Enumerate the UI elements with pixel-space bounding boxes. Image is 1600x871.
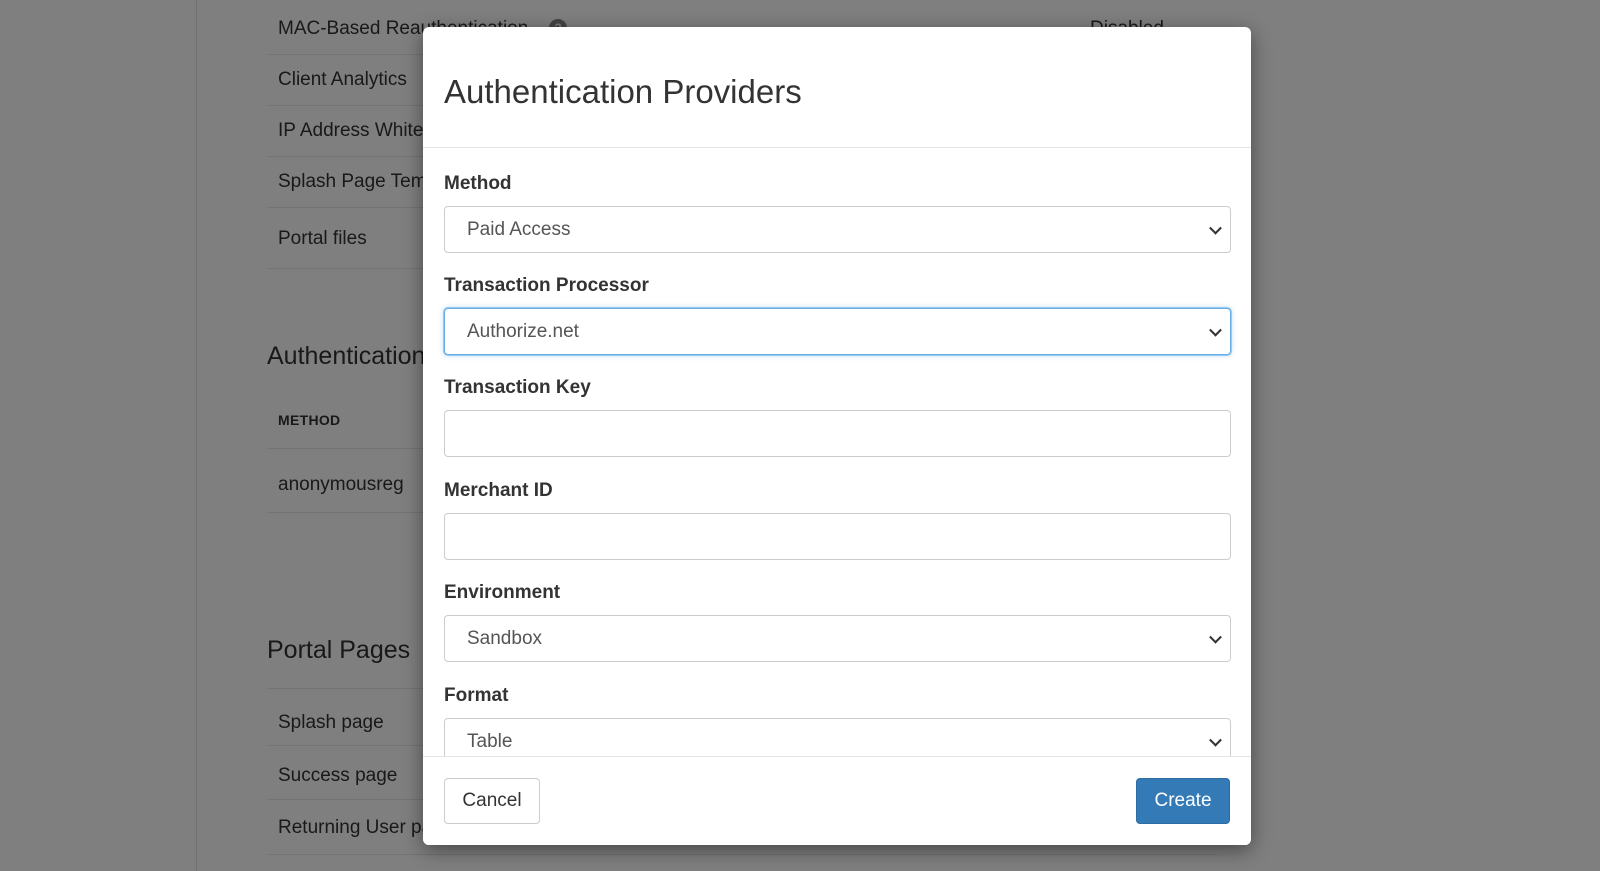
modal-header: Authentication Providers: [423, 27, 1251, 148]
transaction-processor-select-value: Authorize.net: [467, 320, 579, 342]
chevron-down-icon: [1209, 323, 1222, 337]
environment-group: Environment Sandbox: [444, 581, 1231, 662]
transaction-key-input[interactable]: [444, 410, 1231, 457]
chevron-down-icon: [1209, 630, 1222, 644]
transaction-key-label: Transaction Key: [444, 377, 591, 398]
format-label: Format: [444, 685, 509, 706]
merchant-id-input[interactable]: [444, 513, 1231, 560]
method-select-value: Paid Access: [467, 218, 571, 240]
method-select[interactable]: Paid Access: [444, 206, 1231, 253]
format-group: Format Table: [444, 684, 1231, 765]
environment-label: Environment: [444, 582, 561, 603]
merchant-id-label: Merchant ID: [444, 480, 553, 501]
method-label: Method: [444, 173, 512, 194]
transaction-key-group: Transaction Key: [444, 376, 1231, 457]
environment-select[interactable]: Sandbox: [444, 615, 1231, 662]
chevron-down-icon: [1209, 221, 1222, 235]
method-group: Method Paid Access: [444, 172, 1231, 253]
format-select-value: Table: [467, 730, 513, 752]
modal-title: Authentication Providers: [444, 73, 802, 110]
merchant-id-group: Merchant ID: [444, 479, 1231, 560]
transaction-processor-select[interactable]: Authorize.net: [444, 308, 1231, 355]
modal-footer: Cancel Create: [423, 756, 1251, 845]
create-button[interactable]: Create: [1136, 778, 1230, 824]
transaction-processor-label: Transaction Processor: [444, 275, 649, 296]
transaction-processor-group: Transaction Processor Authorize.net: [444, 274, 1231, 355]
cancel-button[interactable]: Cancel: [444, 778, 540, 824]
environment-select-value: Sandbox: [467, 627, 543, 649]
chevron-down-icon: [1209, 733, 1222, 747]
modal-body: Method Paid Access Transaction Processor…: [423, 148, 1251, 783]
auth-providers-modal: Authentication Providers Method Paid Acc…: [423, 27, 1251, 845]
